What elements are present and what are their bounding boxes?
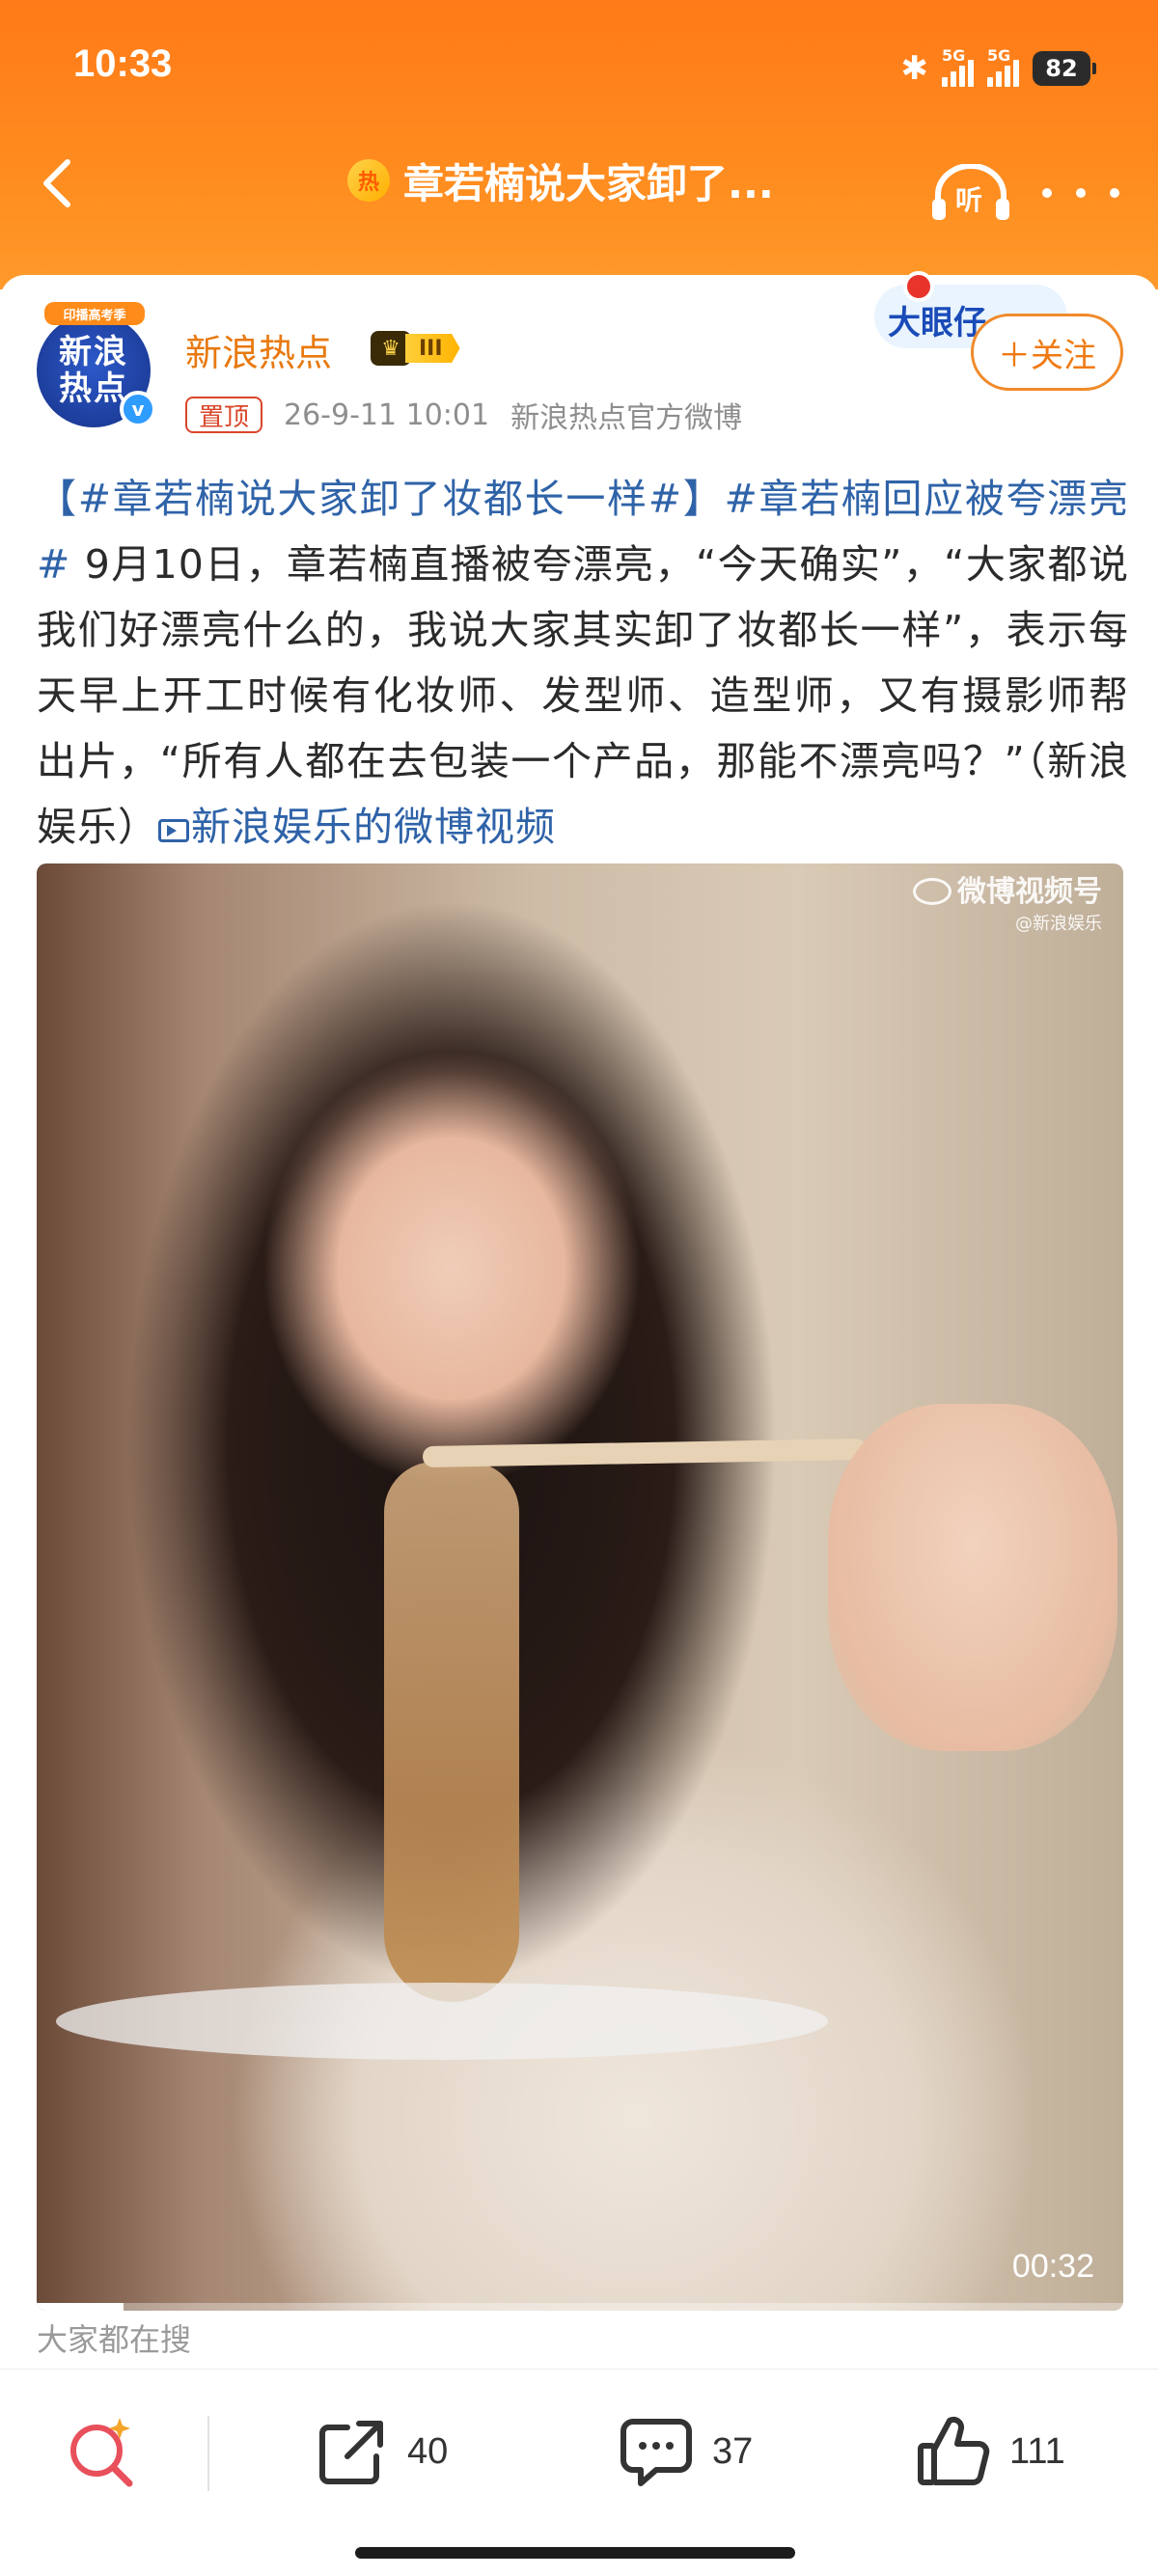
comment-icon — [620, 2419, 692, 2486]
thumbs-up-icon — [918, 2416, 990, 2485]
share-count: 40 — [407, 2430, 449, 2472]
like-count: 111 — [1009, 2430, 1065, 2472]
header: 10:33 ✱ 5G 5G 82 热 章若楠说大家卸了... 听 — [0, 0, 1158, 289]
bottom-action-bar: 40 37 111 — [0, 2369, 1158, 2576]
back-button[interactable] — [29, 154, 87, 212]
weibo-logo-icon — [913, 878, 951, 905]
video-watermark: 微博视频号 @新浪娱乐 — [913, 867, 1102, 935]
video-link-icon — [158, 819, 189, 842]
video-progress-fill — [37, 2303, 124, 2311]
like-button[interactable]: 111 — [915, 2408, 1065, 2495]
more-dot-icon — [1076, 188, 1086, 198]
watermark-label: 微博视频号 — [957, 875, 1102, 909]
video-frame-detail — [422, 1438, 868, 1468]
nav-bar: 热 章若楠说大家卸了... 听 — [0, 135, 1158, 222]
crown-icon: ♛ — [371, 331, 411, 366]
comment-count: 37 — [712, 2430, 754, 2472]
network-type-label: 5G — [942, 46, 966, 65]
battery-icon: 82 — [1033, 51, 1096, 86]
watermark-sub-label: @新浪娱乐 — [1015, 914, 1102, 934]
home-indicator — [355, 2547, 795, 2559]
post-card: 印播高考季 新浪 热点 v 新浪热点 ♛ III 置顶 26-9-11 10:0… — [0, 271, 1158, 2436]
nav-title-group: 热 章若楠说大家卸了... — [347, 147, 774, 214]
more-dot-icon — [1042, 188, 1052, 198]
level-badge[interactable]: ♛ III — [371, 331, 482, 366]
video-progress-bar[interactable] — [37, 2303, 1123, 2311]
avatar-text-line1: 新浪 — [59, 333, 128, 371]
topic-link[interactable]: 【#章若楠说大家卸了妆都长一样#】 — [37, 476, 724, 522]
listen-label: 听 — [955, 184, 983, 216]
post-text: 【#章若楠说大家卸了妆都长一样#】#章若楠回应被夸漂亮# 9月10日，章若楠直播… — [37, 466, 1129, 860]
author-name[interactable]: 新浪热点 — [185, 323, 332, 376]
search-button[interactable] — [64, 2414, 141, 2491]
level-label: III — [405, 334, 460, 363]
video-link[interactable]: 新浪娱乐的微博视频 — [191, 804, 556, 850]
post-timestamp: 26-9-11 10:01 — [284, 397, 490, 432]
status-bar: 10:33 ✱ 5G 5G 82 — [0, 39, 1158, 96]
status-icons: ✱ 5G 5G 82 — [900, 44, 1096, 93]
more-dot-icon — [1110, 188, 1119, 198]
chevron-left-icon — [43, 159, 70, 207]
signal-icon: 5G — [942, 46, 974, 87]
signal-icon-sim2: 5G — [987, 46, 1019, 87]
avatar-text-line2: 热点 — [59, 370, 128, 408]
video-player[interactable]: 微博视频号 @新浪娱乐 00:32 — [37, 863, 1123, 2311]
post-meta: 26-9-11 10:01 新浪热点官方微博 — [284, 397, 743, 436]
status-time: 10:33 — [73, 42, 173, 85]
verified-icon: v — [120, 391, 156, 427]
post-source: 新浪热点官方微博 — [510, 401, 743, 435]
video-frame-detail — [56, 1983, 828, 2060]
comment-button[interactable]: 37 — [618, 2408, 753, 2495]
video-duration: 00:32 — [1011, 2248, 1094, 2285]
avatar-ribbon: 印播高考季 — [44, 302, 145, 325]
more-options-button[interactable] — [1042, 174, 1119, 212]
video-frame-detail — [384, 1462, 519, 2002]
video-frame-detail — [828, 1404, 1117, 1751]
page-title: 章若楠说大家卸了... — [403, 159, 774, 207]
hot-icon: 热 — [347, 159, 390, 202]
follow-button[interactable]: ＋关注 — [971, 314, 1123, 391]
pinned-badge: 置顶 — [185, 397, 263, 433]
promo-label: 大眼仔 — [888, 304, 986, 343]
share-button[interactable]: 40 — [315, 2408, 448, 2495]
listen-button[interactable]: 听 — [930, 164, 1011, 222]
network-type-label-sim2: 5G — [987, 46, 1011, 65]
divider — [207, 2416, 209, 2491]
share-icon — [319, 2421, 383, 2484]
search-icon — [70, 2418, 133, 2487]
related-searches-label: 大家都在搜 — [37, 2321, 192, 2358]
bluetooth-icon: ✱ — [900, 49, 929, 88]
